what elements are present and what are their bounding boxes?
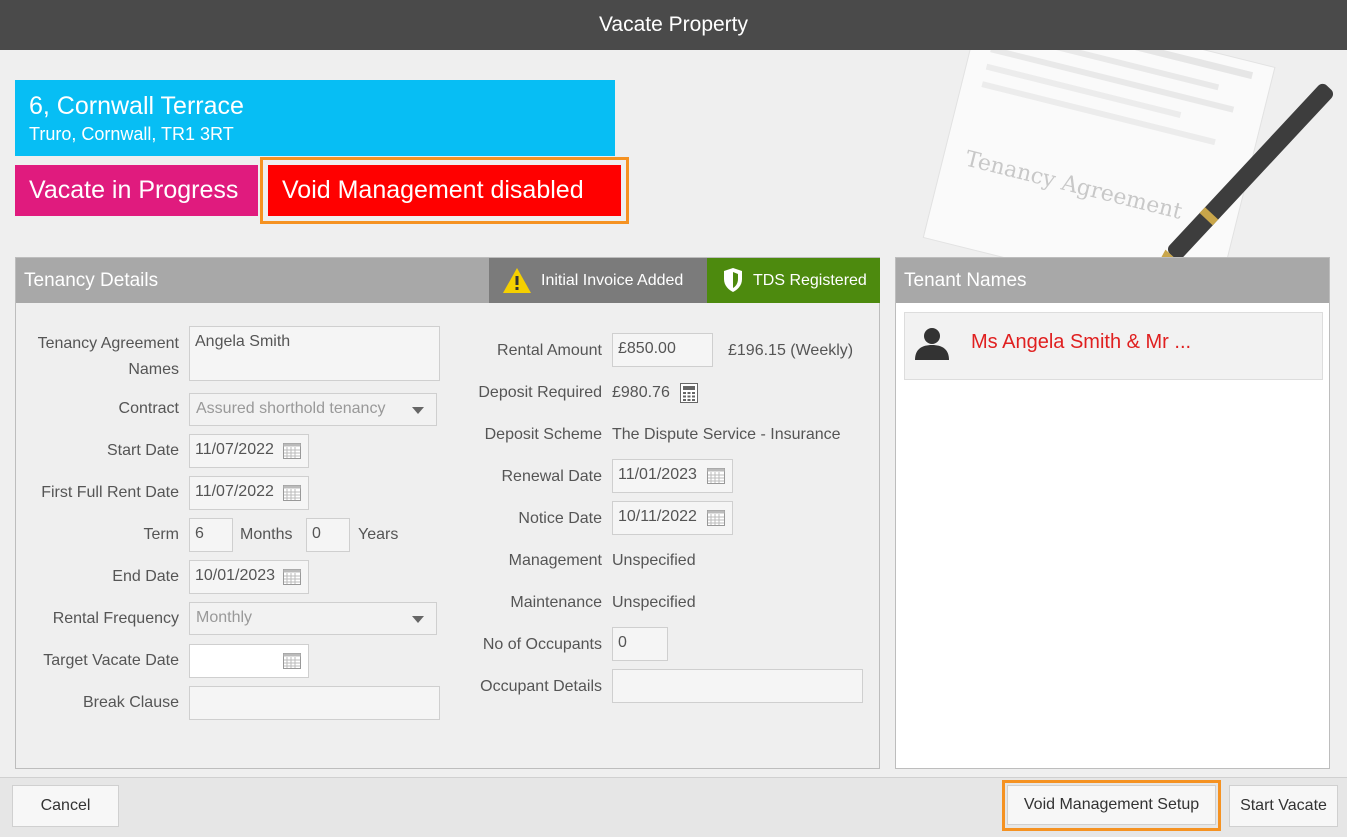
calendar-icon[interactable] <box>707 468 725 484</box>
tenant-names-title: Tenant Names <box>896 258 1329 303</box>
rental-frequency-label: Rental Frequency <box>52 610 179 627</box>
start-vacate-button[interactable]: Start Vacate <box>1229 785 1338 827</box>
contract-value: Assured shorthold tenancy <box>196 400 386 417</box>
notice-date-field[interactable]: 10/11/2022 <box>612 501 733 535</box>
term-years-field[interactable]: 0 <box>306 518 350 552</box>
vacate-status-badge: Vacate in Progress <box>15 165 258 216</box>
notice-date-value: 10/11/2022 <box>618 508 697 525</box>
tenant-names-panel: Tenant Names Ms Angela Smith & Mr ... <box>895 257 1330 769</box>
occupants-label: No of Occupants <box>482 636 602 653</box>
property-address-line1: 6, Cornwall Terrace <box>29 92 244 120</box>
occupants-field[interactable]: 0 <box>612 627 668 661</box>
shield-icon <box>724 268 742 292</box>
rental-amount-field[interactable]: £850.00 <box>612 333 713 367</box>
first-full-rent-field[interactable]: 11/07/2022 <box>189 476 309 510</box>
first-full-rent-value: 11/07/2022 <box>195 483 274 500</box>
occupant-details-field[interactable] <box>612 669 863 703</box>
chevron-down-icon <box>412 616 424 623</box>
management-value: Unspecified <box>612 552 696 569</box>
list-item[interactable]: Ms Angela Smith & Mr ... <box>904 312 1323 380</box>
tenant-name[interactable]: Ms Angela Smith & Mr ... <box>971 331 1191 354</box>
target-vacate-field[interactable] <box>189 644 309 678</box>
rental-weekly: £196.15 (Weekly) <box>728 342 854 359</box>
start-date-field[interactable]: 11/07/2022 <box>189 434 309 468</box>
start-date-value: 11/07/2022 <box>195 441 274 458</box>
months-label: Months <box>240 526 293 543</box>
tenancy-agreement-illustration: Tenancy Agreement <box>880 50 1347 260</box>
deposit-scheme-value: The Dispute Service - Insurance <box>612 426 841 443</box>
deposit-scheme-label: Deposit Scheme <box>484 426 602 443</box>
term-months-field[interactable]: 6 <box>189 518 233 552</box>
rental-frequency-select[interactable]: Monthly <box>189 602 437 635</box>
occupant-details-label: Occupant Details <box>480 678 602 695</box>
tds-label: TDS Registered <box>753 272 867 289</box>
person-icon <box>915 328 949 360</box>
calendar-icon[interactable] <box>283 653 301 669</box>
contract-select[interactable]: Assured shorthold tenancy <box>189 393 437 426</box>
end-date-value: 10/01/2023 <box>195 567 276 584</box>
void-status-highlight: Void Management disabled <box>260 157 629 224</box>
void-setup-highlight: Void Management Setup <box>1002 780 1221 831</box>
maintenance-label: Maintenance <box>510 594 602 611</box>
initial-invoice-badge: Initial Invoice Added <box>489 258 707 303</box>
years-label: Years <box>358 526 399 543</box>
agreement-names-label: Tenancy Agreement Names <box>37 335 179 378</box>
tenancy-details-panel: Tenancy Details Initial Invoice Added TD… <box>15 257 880 769</box>
notice-date-label: Notice Date <box>518 510 602 527</box>
first-full-rent-label: First Full Rent Date <box>41 484 179 501</box>
break-clause-field[interactable] <box>189 686 440 720</box>
deposit-required-value: £980.76 <box>612 384 670 401</box>
renewal-date-label: Renewal Date <box>501 468 603 485</box>
rental-amount-label: Rental Amount <box>497 342 602 359</box>
term-label: Term <box>143 526 179 543</box>
warning-icon <box>503 268 531 293</box>
break-clause-label: Break Clause <box>82 694 179 711</box>
calendar-icon[interactable] <box>283 485 301 501</box>
calendar-icon[interactable] <box>707 510 725 526</box>
rental-frequency-value: Monthly <box>196 609 253 626</box>
deposit-required-label: Deposit Required <box>478 384 602 401</box>
void-management-setup-button[interactable]: Void Management Setup <box>1007 785 1216 825</box>
property-address: 6, Cornwall Terrace Truro, Cornwall, TR1… <box>15 80 615 156</box>
window-title: Vacate Property <box>0 0 1347 50</box>
initial-invoice-label: Initial Invoice Added <box>541 272 684 289</box>
end-date-field[interactable]: 10/01/2023 <box>189 560 309 594</box>
void-status-badge: Void Management disabled <box>268 165 621 216</box>
chevron-down-icon <box>412 407 424 414</box>
tds-badge: TDS Registered <box>707 258 880 303</box>
calendar-icon[interactable] <box>283 443 301 459</box>
target-vacate-label: Target Vacate Date <box>43 652 179 669</box>
cancel-button[interactable]: Cancel <box>12 785 119 827</box>
maintenance-value: Unspecified <box>612 594 696 611</box>
start-date-label: Start Date <box>106 442 179 459</box>
agreement-names-field[interactable]: Angela Smith <box>189 326 440 381</box>
contract-label: Contract <box>118 400 179 417</box>
renewal-date-value: 11/01/2023 <box>618 466 697 483</box>
property-address-line2: Truro, Cornwall, TR1 3RT <box>29 124 234 144</box>
management-label: Management <box>508 552 602 569</box>
end-date-label: End Date <box>112 568 179 585</box>
calendar-icon[interactable] <box>283 569 301 585</box>
calculator-icon[interactable] <box>680 383 698 403</box>
renewal-date-field[interactable]: 11/01/2023 <box>612 459 733 493</box>
